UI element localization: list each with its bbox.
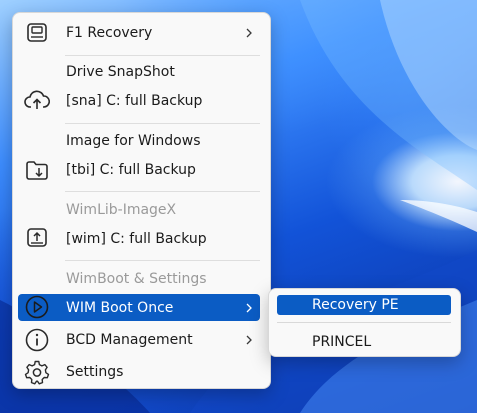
chevron-right-icon: [244, 302, 254, 314]
menu-item-label: Settings: [66, 364, 124, 380]
menu-item-label: [tbi] C: full Backup: [66, 162, 196, 178]
play-icon: [24, 294, 50, 320]
menu-item-bcd-management[interactable]: BCD Management: [13, 326, 270, 354]
section-header-wimboot-settings: WimBoot & Settings: [66, 271, 207, 287]
menu-item-f1-recovery[interactable]: F1 Recovery: [13, 19, 270, 47]
gear-icon: [24, 359, 50, 385]
submenu-separator: [277, 322, 451, 323]
folder-download-icon: [24, 157, 50, 183]
menu-item-wim-boot-once[interactable]: WIM Boot Once: [13, 294, 270, 321]
menu-item-label: [wim] C: full Backup: [66, 231, 207, 247]
cloud-upload-icon: [24, 87, 50, 113]
menu-item-wim-backup[interactable]: [wim] C: full Backup: [13, 225, 270, 253]
menu-item-tbi-backup[interactable]: [tbi] C: full Backup: [13, 156, 270, 184]
menu-item-settings[interactable]: Settings: [13, 358, 270, 386]
menu-separator: [65, 123, 260, 124]
section-header-wimlib-imagex: WimLib-ImageX: [66, 202, 177, 218]
menu-item-label: F1 Recovery: [66, 25, 153, 41]
section-header-drive-snapshot: Drive SnapShot: [66, 64, 175, 80]
section-header-image-for-windows: Image for Windows: [66, 133, 201, 149]
menu-item-label: BCD Management: [66, 332, 193, 348]
context-menu: F1 Recovery Drive SnapShot [sna] C: full…: [12, 12, 271, 389]
submenu-item-recovery-pe[interactable]: Recovery PE: [312, 295, 399, 315]
drive-upload-icon: [24, 225, 50, 251]
menu-separator: [65, 260, 260, 261]
info-icon: [24, 327, 50, 353]
chevron-right-icon: [244, 27, 254, 39]
menu-separator: [65, 191, 260, 192]
menu-separator: [65, 55, 260, 56]
menu-item-label: WIM Boot Once: [66, 300, 174, 316]
drive-icon: [24, 20, 50, 46]
wim-boot-once-submenu: Recovery PE PRINCEL: [268, 288, 461, 357]
chevron-right-icon: [244, 334, 254, 346]
submenu-item-princel[interactable]: PRINCEL: [312, 332, 371, 352]
menu-item-sna-backup[interactable]: [sna] C: full Backup: [13, 87, 270, 115]
menu-item-label: [sna] C: full Backup: [66, 93, 203, 109]
